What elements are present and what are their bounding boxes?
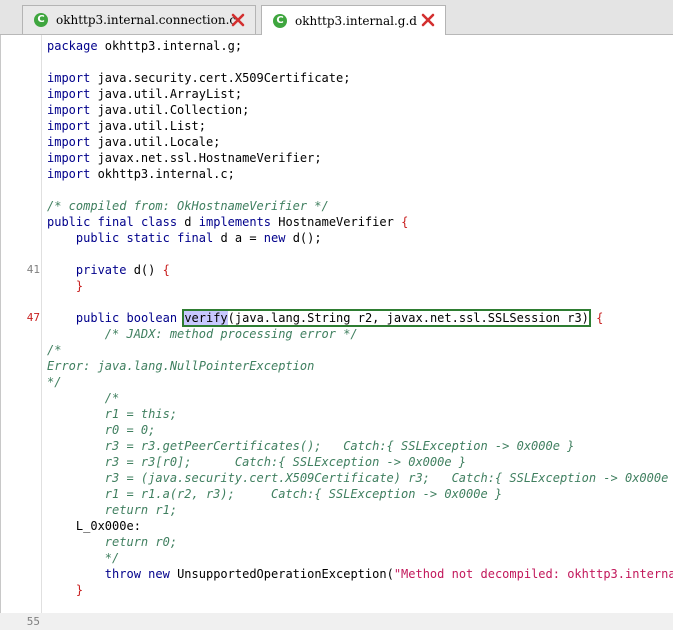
tab-label: okhttp3.internal.connection.c: [56, 13, 237, 27]
code-text[interactable]: import java.util.ArrayList;: [47, 86, 242, 102]
code-text[interactable]: L_0x000e:: [47, 518, 141, 534]
tab-label: okhttp3.internal.g.d: [295, 13, 417, 28]
code-text[interactable]: r0 = 0;: [47, 422, 156, 438]
code-text[interactable]: import java.util.List;: [47, 118, 206, 134]
code-text[interactable]: import java.security.cert.X509Certificat…: [47, 70, 350, 86]
code-text[interactable]: */: [47, 374, 61, 390]
code-text[interactable]: }: [47, 278, 83, 294]
code-text[interactable]: Error: java.lang.NullPointerException: [47, 358, 314, 374]
code-text[interactable]: public static final d a = new d();: [47, 230, 322, 246]
code-text[interactable]: return r1;: [47, 502, 177, 518]
tab-connection-c[interactable]: C okhttp3.internal.connection.c: [22, 5, 256, 34]
code-text[interactable]: import java.util.Locale;: [47, 134, 220, 150]
code-text[interactable]: throw new UnsupportedOperationException(…: [47, 566, 673, 582]
code-text[interactable]: r1 = this;: [47, 406, 177, 422]
code-text[interactable]: }: [47, 582, 83, 598]
line-number: 55: [26, 615, 40, 628]
code-text[interactable]: return r0;: [47, 534, 177, 550]
code-text[interactable]: */: [47, 550, 119, 566]
code-text[interactable]: package okhttp3.internal.g;: [47, 38, 242, 54]
code-text[interactable]: import java.util.Collection;: [47, 102, 249, 118]
line-number: 47: [26, 311, 40, 324]
class-icon: C: [34, 13, 48, 27]
gutter-divider: [41, 35, 42, 613]
close-icon[interactable]: [230, 12, 246, 28]
code-editor[interactable]: package okhttp3.internal.g; import java.s…: [0, 35, 673, 628]
code-text[interactable]: import okhttp3.internal.c;: [47, 166, 235, 182]
editor-tab-bar: C okhttp3.internal.connection.c C okhttp…: [0, 0, 673, 35]
tab-g-d[interactable]: C okhttp3.internal.g.d: [261, 5, 446, 35]
close-icon[interactable]: [420, 12, 436, 28]
line-number: 41: [26, 263, 40, 276]
class-icon: C: [273, 13, 287, 28]
code-text[interactable]: /*: [47, 390, 119, 406]
code-text[interactable]: /* JADX: method processing error */: [47, 326, 358, 342]
code-text[interactable]: /*: [47, 342, 61, 358]
code-text[interactable]: r3 = r3.getPeerCertificates(); Catch:{ S…: [47, 438, 575, 454]
code-text[interactable]: r1 = r1.a(r2, r3); Catch:{ SSLException …: [47, 486, 502, 502]
code-text[interactable]: public boolean verify(java.lang.String r…: [47, 309, 603, 327]
code-text[interactable]: import javax.net.ssl.HostnameVerifier;: [47, 150, 322, 166]
selected-method-signature[interactable]: verify(java.lang.String r2, javax.net.ss…: [182, 309, 591, 327]
code-text[interactable]: r3 = r3[r0]; Catch:{ SSLException -> 0x0…: [47, 454, 466, 470]
code-text[interactable]: private d() {: [47, 262, 170, 278]
code-text[interactable]: /* compiled from: OkHostnameVerifier */: [47, 198, 329, 214]
code-text[interactable]: public final class d implements Hostname…: [47, 214, 408, 230]
code-text[interactable]: r3 = (java.security.cert.X509Certificate…: [47, 470, 673, 486]
